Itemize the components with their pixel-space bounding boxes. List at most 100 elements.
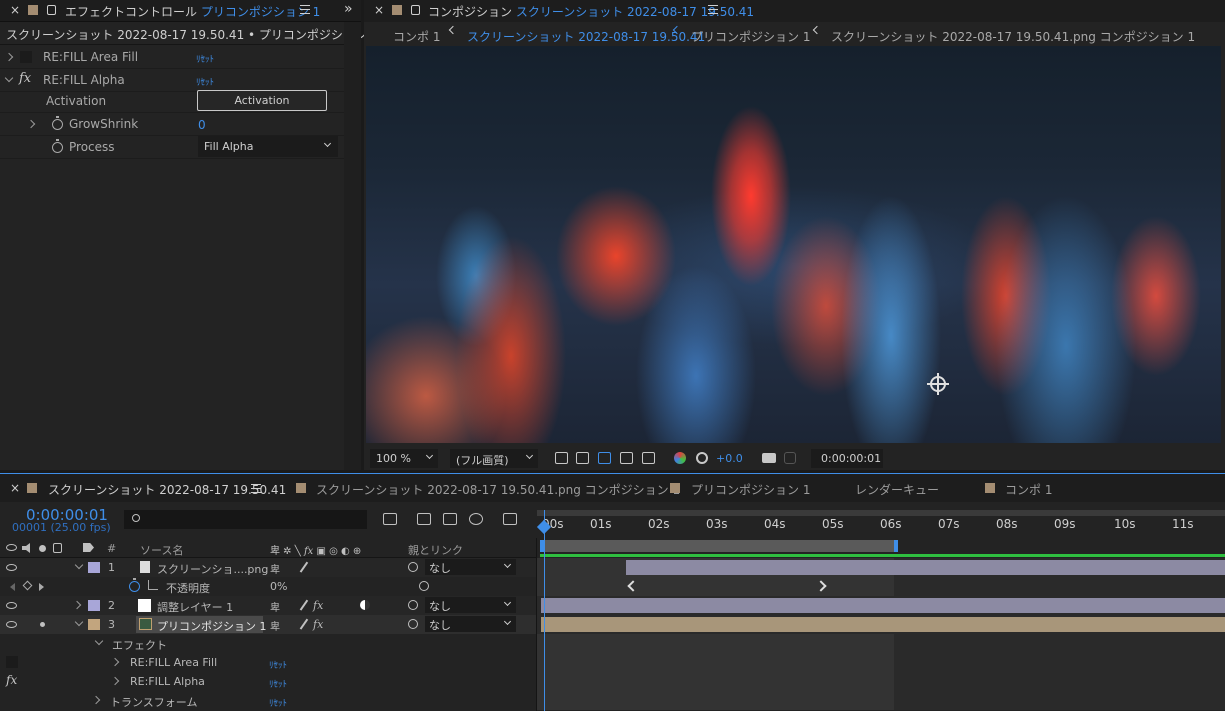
panel-title[interactable]: コンポジション スクリーンショット 2022-08-17 19.50.41 <box>428 3 754 20</box>
stopwatch-icon[interactable] <box>52 116 63 130</box>
zoom-select[interactable]: 100 % <box>370 449 438 468</box>
anchor-point-icon[interactable] <box>927 373 949 395</box>
exposure-value[interactable]: +0.0 <box>716 452 743 465</box>
pick-whip-icon[interactable] <box>408 562 418 572</box>
property-track[interactable] <box>537 577 1225 596</box>
chevron-right-icon[interactable] <box>91 695 101 705</box>
breadcrumb-item[interactable]: コンポ 1 <box>393 28 440 45</box>
solo-icon[interactable] <box>39 545 46 552</box>
expression-pick-whip-icon[interactable] <box>419 581 429 591</box>
collapse-switch-icon[interactable]: 卑 <box>270 561 280 576</box>
composition-mini-flowchart-icon[interactable] <box>383 513 397 525</box>
close-icon[interactable]: × <box>10 481 20 495</box>
fx-icon[interactable]: fx <box>6 673 17 687</box>
layer-track[interactable] <box>537 558 1225 577</box>
breadcrumb-item[interactable]: プリコンポジション 1 <box>691 28 810 45</box>
reset-link[interactable]: ﾘｾｯﾄ <box>269 696 287 709</box>
tab-render-queue[interactable]: レンダーキュー <box>855 481 939 498</box>
chevron-right-icon[interactable] <box>4 52 14 62</box>
layer-name[interactable]: 調整レイヤー 1 <box>157 599 233 615</box>
layer-label-color[interactable] <box>88 562 100 573</box>
layer-row-selected[interactable]: 3 プリコンポジション 1 卑 fx なし <box>0 615 536 634</box>
layer-name[interactable]: プリコンポジション 1 <box>157 618 267 634</box>
region-of-interest-icon[interactable] <box>555 452 568 464</box>
graph-icon[interactable] <box>148 580 158 590</box>
mask-visibility-icon[interactable] <box>598 452 611 464</box>
column-parent[interactable]: 親とリンク <box>408 542 463 558</box>
eye-icon[interactable] <box>6 602 17 609</box>
eye-icon[interactable] <box>6 621 17 628</box>
fx-icon[interactable]: fx <box>19 71 31 86</box>
effect-row-area-fill[interactable]: RE:FILL Area Fill ﾘｾｯﾄ <box>0 653 536 672</box>
close-icon[interactable]: × <box>10 3 20 17</box>
audio-icon[interactable] <box>22 543 30 553</box>
grid-options-icon[interactable] <box>642 452 655 464</box>
eye-icon[interactable] <box>6 544 17 551</box>
pick-whip-icon[interactable] <box>408 600 418 610</box>
fx-icon[interactable]: fx <box>313 618 323 631</box>
frame-blending-icon[interactable] <box>443 513 457 525</box>
chevron-down-icon[interactable] <box>74 560 84 570</box>
collapse-switch-icon[interactable]: 卑 <box>270 618 280 633</box>
opacity-property-row[interactable]: 不透明度 0% <box>0 577 536 596</box>
parent-select[interactable]: なし <box>425 597 516 613</box>
guides-icon[interactable] <box>620 452 633 464</box>
quality-switch-icon[interactable] <box>299 618 308 630</box>
next-keyframe-icon[interactable] <box>39 583 44 591</box>
layer-search-input[interactable] <box>124 510 367 529</box>
effect-row-alpha[interactable]: fx RE:FILL Alpha ﾘｾｯﾄ <box>0 69 345 92</box>
snapshot-icon[interactable] <box>762 453 776 463</box>
motion-blur-icon[interactable] <box>469 513 483 525</box>
effect-row-area-fill[interactable]: RE:FILL Area Fill ﾘｾｯﾄ <box>0 46 345 69</box>
stopwatch-icon[interactable] <box>129 578 140 592</box>
close-icon[interactable]: × <box>374 3 384 17</box>
eye-icon[interactable] <box>6 564 17 571</box>
chevron-right-icon[interactable] <box>110 657 120 667</box>
breadcrumb-item[interactable]: スクリーンショット 2022-08-17 19.50.41.png コンポジショ… <box>831 28 1195 45</box>
panel-menu-icon[interactable] <box>251 484 261 493</box>
panel-menu-icon[interactable] <box>300 5 310 14</box>
show-snapshot-icon[interactable] <box>784 452 796 464</box>
collapse-switch-icon[interactable]: 卑 <box>270 599 280 614</box>
column-source-name[interactable]: ソース名 <box>140 542 183 558</box>
fx-icon[interactable]: fx <box>313 599 323 612</box>
resolution-select[interactable]: (フル画質) <box>450 449 538 468</box>
chevron-right-icon[interactable] <box>110 676 120 686</box>
panel-overflow-icon[interactable]: » <box>344 1 353 17</box>
layer-duration-bar[interactable] <box>541 617 1225 632</box>
reset-link[interactable]: ﾘｾｯﾄ <box>269 658 287 671</box>
activation-button[interactable]: Activation <box>197 90 327 111</box>
composition-viewer[interactable] <box>366 46 1221 443</box>
layer-row[interactable]: 2 調整レイヤー 1 卑 fx なし <box>0 596 536 615</box>
quality-switch-icon[interactable] <box>299 561 308 573</box>
parent-select[interactable]: なし <box>425 616 516 632</box>
transform-row[interactable]: トランスフォーム ﾘｾｯﾄ <box>0 691 536 710</box>
prev-keyframe-icon[interactable] <box>10 583 15 591</box>
panel-title[interactable]: エフェクトコントロール プリコンポジション 1 <box>65 3 320 20</box>
work-area-bar[interactable] <box>540 540 898 552</box>
reset-link[interactable]: ﾘｾｯﾄ <box>196 52 214 65</box>
layer-track[interactable] <box>537 596 1225 615</box>
time-navigator[interactable] <box>537 510 1225 516</box>
tab-timeline[interactable]: スクリーンショット 2022-08-17 19.50.41.png コンポジショ… <box>316 481 680 498</box>
breadcrumb-item-active[interactable]: スクリーンショット 2022-08-17 19.50.41 <box>467 28 705 45</box>
effect-row-alpha[interactable]: fx RE:FILL Alpha ﾘｾｯﾄ <box>0 672 536 691</box>
tab-timeline[interactable]: コンポ 1 <box>1005 481 1052 498</box>
adjustment-switch-icon[interactable] <box>360 600 370 610</box>
graph-editor-icon[interactable] <box>503 513 517 525</box>
scrollbar[interactable] <box>344 22 361 470</box>
opacity-value[interactable]: 0% <box>270 580 287 593</box>
current-time-indicator[interactable] <box>544 510 545 711</box>
effects-group-row[interactable]: エフェクト <box>0 634 536 653</box>
add-keyframe-icon[interactable] <box>22 580 33 591</box>
reset-link[interactable]: ﾘｾｯﾄ <box>269 677 287 690</box>
parent-select[interactable]: なし <box>425 559 516 575</box>
chevron-down-icon[interactable] <box>4 73 14 83</box>
layer-duration-bar[interactable] <box>541 598 1225 613</box>
tab-timeline[interactable]: プリコンポジション 1 <box>691 481 810 498</box>
viewer-timecode[interactable]: 0:00:00:01 <box>811 449 883 468</box>
quality-switch-icon[interactable] <box>299 599 308 611</box>
lock-icon[interactable] <box>53 543 62 553</box>
layer-label-color[interactable] <box>88 600 100 611</box>
label-tag-icon[interactable] <box>83 543 94 552</box>
